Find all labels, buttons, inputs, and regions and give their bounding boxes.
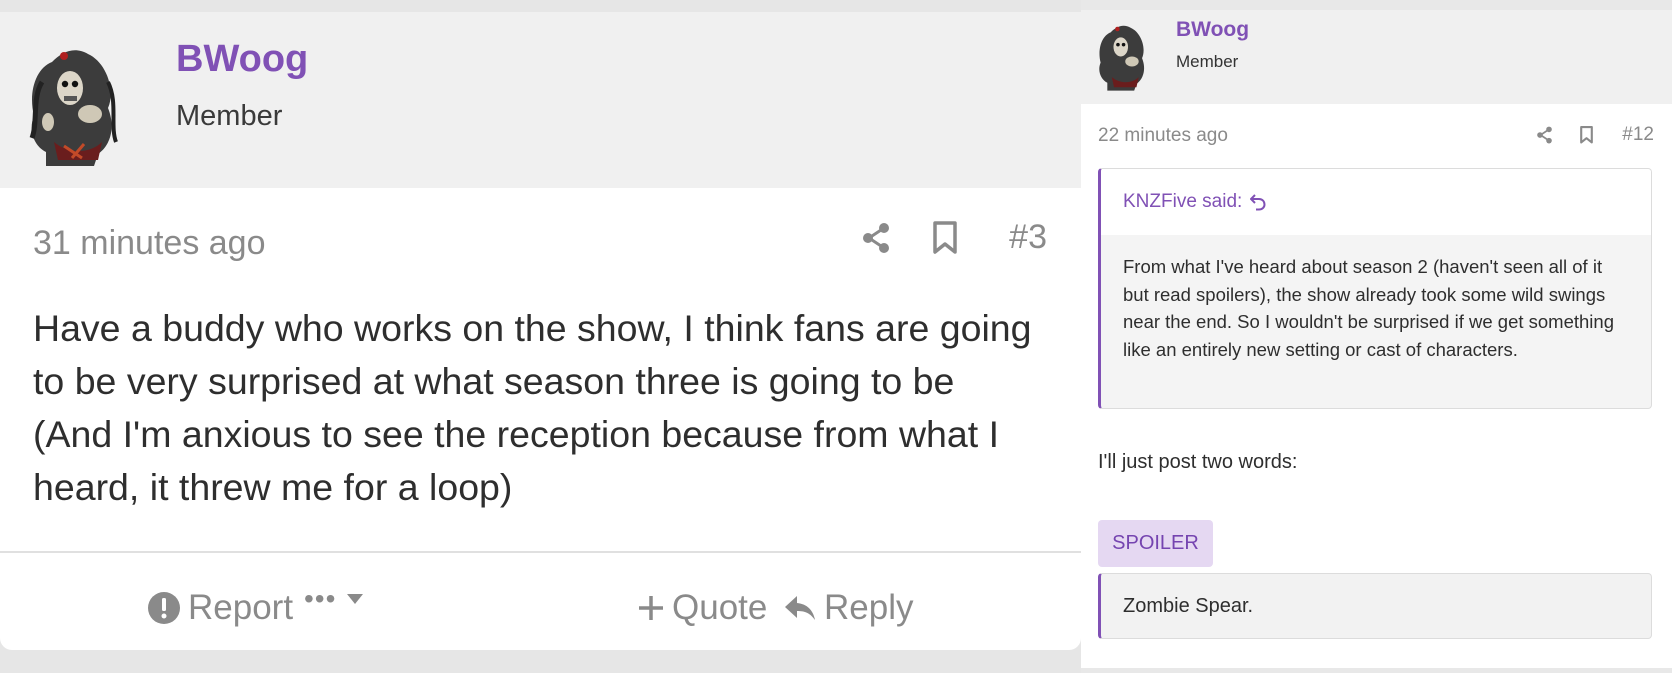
divider bbox=[0, 551, 1081, 553]
report-button[interactable]: Report bbox=[148, 583, 293, 633]
spoiler-content: Zombie Spear. bbox=[1098, 573, 1652, 639]
reply-button[interactable]: Reply bbox=[784, 583, 913, 633]
post-3: BWoog Member 31 minutes ago #3 Have a bu… bbox=[0, 0, 1081, 673]
ellipsis-icon: ••• bbox=[304, 583, 337, 614]
post-body: Have a buddy who works on the show, I th… bbox=[33, 307, 1032, 508]
caret-down-icon bbox=[346, 593, 364, 605]
author-name[interactable]: BWoog bbox=[176, 38, 308, 81]
user-title: Member bbox=[176, 100, 283, 132]
post-actions: #12 bbox=[1514, 124, 1654, 146]
quote-attribution[interactable]: KNZFive said: bbox=[1101, 169, 1651, 235]
return-arrow-icon[interactable] bbox=[1250, 193, 1266, 211]
more-options-button[interactable]: ••• bbox=[304, 574, 372, 624]
post-body: I'll just post two words: bbox=[1098, 451, 1298, 473]
quote-label: Quote bbox=[672, 588, 768, 627]
user-title: Member bbox=[1176, 52, 1239, 71]
post-12: BWoog Member 22 minutes ago #12 KNZFive … bbox=[1081, 0, 1672, 673]
quote-author[interactable]: KNZFive said: bbox=[1123, 191, 1242, 213]
exclamation-circle-icon bbox=[148, 592, 180, 624]
author-name[interactable]: BWoog bbox=[1176, 18, 1249, 42]
post-timestamp[interactable]: 22 minutes ago bbox=[1098, 125, 1228, 147]
reply-arrow-icon bbox=[784, 594, 816, 622]
bookmark-icon[interactable] bbox=[931, 220, 959, 255]
post-timestamp[interactable]: 31 minutes ago bbox=[33, 224, 266, 263]
avatar[interactable] bbox=[24, 42, 124, 170]
post-author-header: BWoog Member bbox=[0, 12, 1081, 188]
report-label: Report bbox=[188, 588, 294, 627]
share-icon[interactable] bbox=[861, 222, 891, 254]
share-icon[interactable] bbox=[1536, 126, 1553, 144]
quote-block: KNZFive said: From what I've heard about… bbox=[1098, 168, 1652, 409]
bookmark-icon[interactable] bbox=[1579, 126, 1594, 144]
avatar[interactable] bbox=[1095, 20, 1151, 94]
top-strip bbox=[1081, 0, 1672, 10]
post-card: 31 minutes ago #3 Have a buddy who works… bbox=[0, 188, 1081, 650]
post-actions: #3 bbox=[821, 218, 1047, 257]
quote-button[interactable]: Quote bbox=[638, 583, 767, 633]
plus-icon bbox=[638, 595, 664, 621]
post-number[interactable]: #3 bbox=[1009, 218, 1047, 257]
bottom-strip bbox=[1081, 668, 1672, 673]
post-author-header: BWoog Member bbox=[1081, 10, 1672, 104]
post-number[interactable]: #12 bbox=[1622, 124, 1654, 146]
spoiler-button[interactable]: SPOILER bbox=[1098, 520, 1213, 567]
quote-text: From what I've heard about season 2 (hav… bbox=[1123, 256, 1614, 360]
reply-label: Reply bbox=[824, 588, 914, 627]
